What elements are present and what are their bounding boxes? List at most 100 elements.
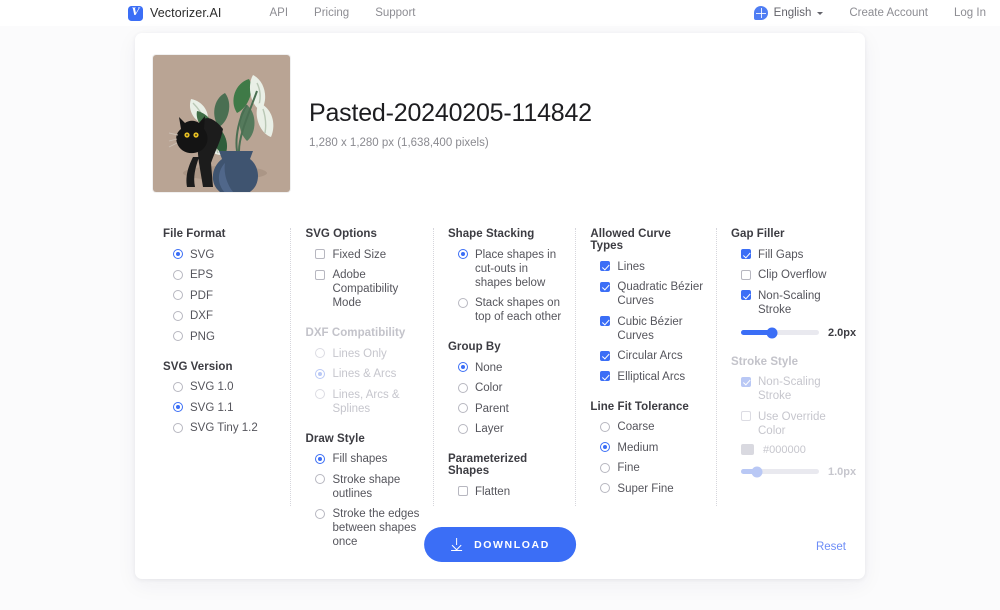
- option-svg-1-0[interactable]: SVG 1.0: [173, 380, 280, 395]
- group-body: Lines Quadratic Bézier Curves Cubic Bézier…: [590, 259, 706, 384]
- reset-link[interactable]: Reset: [816, 541, 846, 553]
- option-label: Fill Gaps: [758, 248, 804, 261]
- option-fine[interactable]: Fine: [600, 461, 706, 476]
- checkbox-icon[interactable]: [600, 371, 611, 382]
- radio-icon[interactable]: [173, 402, 183, 413]
- option-label: Cubic Bézier Curves: [617, 315, 683, 342]
- group-title: SVG Options: [305, 228, 377, 240]
- option-svg-tiny-1-2[interactable]: SVG Tiny 1.2: [173, 421, 280, 436]
- brand-logo[interactable]: V Vectorizer.AI: [128, 5, 221, 21]
- option-fixed-size[interactable]: Fixed Size: [315, 247, 422, 262]
- radio-icon[interactable]: [457, 382, 468, 393]
- checkbox-icon[interactable]: [600, 281, 611, 292]
- nav-item-pricing[interactable]: Pricing: [314, 7, 349, 19]
- option-elliptical-arcs[interactable]: Elliptical Arcs: [600, 369, 706, 384]
- image-thumbnail[interactable]: [153, 55, 290, 192]
- radio-icon[interactable]: [457, 403, 468, 414]
- radio-icon[interactable]: [457, 423, 468, 434]
- option-quadratic-b-zier-curves[interactable]: Quadratic Bézier Curves: [600, 280, 706, 309]
- checkbox-icon[interactable]: [315, 249, 326, 259]
- option-layer[interactable]: Layer: [457, 422, 565, 437]
- option-color[interactable]: Color: [457, 381, 565, 396]
- account-nav: English Create Account Log In: [753, 6, 986, 20]
- stroke-width-slider[interactable]: 2.0px: [741, 327, 856, 339]
- language-label: English: [773, 7, 812, 19]
- slider-thumb[interactable]: [766, 327, 778, 339]
- language-selector[interactable]: English: [753, 6, 824, 20]
- option-label: Clip Overflow: [758, 269, 827, 282]
- option-clip-overflow[interactable]: Clip Overflow: [741, 268, 841, 283]
- color-swatch: [741, 444, 754, 456]
- option-label: Parent: [474, 402, 509, 415]
- group-body: Flatten: [448, 484, 565, 499]
- option-png[interactable]: PNG: [173, 329, 280, 344]
- group-title: Allowed Curve Types: [590, 228, 671, 252]
- option-pdf[interactable]: PDF: [173, 288, 280, 303]
- nav-item-api[interactable]: API: [269, 7, 288, 19]
- create-account-link[interactable]: Create Account: [849, 7, 928, 19]
- radio-icon[interactable]: [457, 249, 468, 259]
- radio-icon[interactable]: [315, 474, 326, 485]
- radio-icon[interactable]: [173, 249, 183, 259]
- nav-item-support[interactable]: Support: [375, 7, 415, 19]
- option-label: Layer: [474, 423, 504, 436]
- option-lines[interactable]: Lines: [600, 259, 706, 274]
- radio-icon[interactable]: [600, 462, 611, 473]
- checkbox-icon[interactable]: [741, 249, 751, 259]
- download-button-label: DOWNLOAD: [474, 538, 550, 551]
- option-flatten[interactable]: Flatten: [457, 484, 565, 499]
- radio-icon[interactable]: [600, 483, 611, 494]
- checkbox-icon[interactable]: [315, 269, 326, 280]
- radio-icon[interactable]: [173, 331, 183, 342]
- option-none[interactable]: None: [457, 360, 565, 375]
- option-fill-gaps[interactable]: Fill Gaps: [741, 247, 841, 262]
- cat-plant-illustration: [153, 55, 290, 192]
- radio-icon[interactable]: [457, 362, 468, 373]
- result-card: Pasted-20240205-114842 1,280 x 1,280 px …: [135, 33, 865, 579]
- option-coarse[interactable]: Coarse: [600, 420, 706, 435]
- checkbox-icon[interactable]: [741, 269, 751, 280]
- option-stack-shapes-on-top-of-each-other[interactable]: Stack shapes on top of each other: [457, 296, 565, 325]
- option-label: SVG: [190, 248, 215, 261]
- option-adobe-compatibility-mode[interactable]: Adobe Compatibility Mode: [315, 268, 422, 311]
- checkbox-icon[interactable]: [741, 290, 751, 301]
- option-super-fine[interactable]: Super Fine: [600, 481, 706, 496]
- group-body: Lines Only Lines & Arcs Lines, Arcs & Spli…: [305, 346, 422, 416]
- option-eps[interactable]: EPS: [173, 268, 280, 283]
- option-cubic-b-zier-curves[interactable]: Cubic Bézier Curves: [600, 314, 706, 343]
- option-svg-1-1[interactable]: SVG 1.1: [173, 400, 280, 415]
- checkbox-icon[interactable]: [457, 486, 468, 497]
- page-title: Pasted-20240205-114842: [309, 99, 592, 127]
- option-medium[interactable]: Medium: [600, 440, 706, 455]
- checkbox-icon[interactable]: [600, 316, 611, 327]
- checkbox-icon[interactable]: [600, 261, 611, 271]
- slider-track[interactable]: [741, 327, 819, 339]
- download-icon: [450, 538, 463, 551]
- option-label: Fill shapes: [332, 453, 388, 466]
- radio-icon[interactable]: [173, 290, 183, 301]
- checkbox-icon[interactable]: [600, 350, 611, 361]
- option-fill-shapes[interactable]: Fill shapes: [315, 452, 422, 467]
- radio-icon[interactable]: [173, 269, 183, 280]
- group-title: Line Fit Tolerance: [590, 400, 689, 413]
- radio-icon[interactable]: [315, 453, 326, 464]
- option-place-shapes-in-cut-outs-in-shapes-below[interactable]: Place shapes in cut-outs in shapes below: [457, 247, 565, 290]
- option-parent[interactable]: Parent: [457, 401, 565, 416]
- download-button[interactable]: DOWNLOAD: [424, 527, 576, 562]
- option-stroke-shape-outlines[interactable]: Stroke shape outlines: [315, 472, 422, 501]
- radio-icon[interactable]: [600, 421, 611, 432]
- radio-icon[interactable]: [173, 422, 183, 433]
- radio-icon[interactable]: [173, 310, 183, 321]
- radio-icon[interactable]: [600, 442, 611, 453]
- option-non-scaling-stroke[interactable]: Non-Scaling Stroke: [741, 288, 841, 317]
- option-label: Super Fine: [617, 482, 674, 495]
- option-dxf[interactable]: DXF: [173, 309, 280, 324]
- radio-icon[interactable]: [173, 381, 183, 392]
- checkbox-icon: [741, 411, 751, 422]
- log-in-link[interactable]: Log In: [954, 7, 986, 19]
- radio-icon[interactable]: [457, 297, 468, 308]
- option-circular-arcs[interactable]: Circular Arcs: [600, 349, 706, 364]
- option-group-shape-stacking: Shape Stacking Place shapes in cut-outs i…: [448, 228, 565, 324]
- option-svg[interactable]: SVG: [173, 247, 280, 262]
- option-label: Quadratic Bézier Curves: [617, 281, 704, 308]
